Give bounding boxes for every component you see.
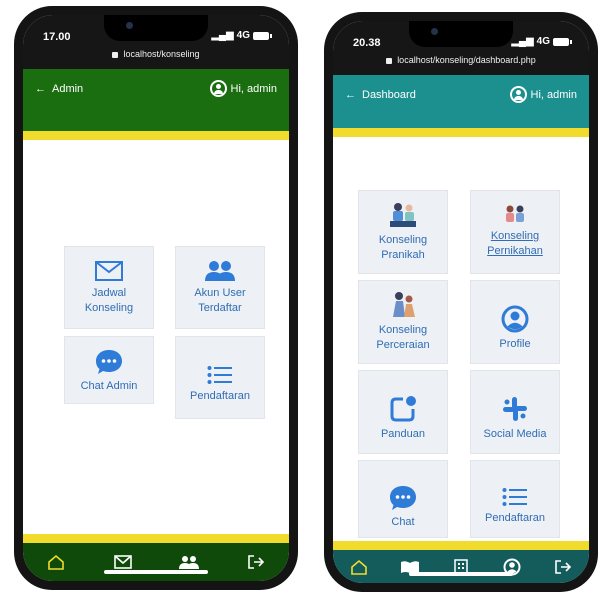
menu-card-label: Chat (391, 516, 415, 528)
status-time: 17.00 (43, 31, 71, 43)
menu-grid: Konseling Pranikah Konseling Pernikahan … (333, 137, 589, 541)
menu-card-label: Jadwal (91, 287, 127, 299)
accent-stripe-top (333, 128, 589, 137)
battery-icon (253, 31, 272, 40)
menu-card-profile[interactable]: Profile (470, 280, 560, 364)
menu-card-konseling-pranikah[interactable]: Konseling Pranikah (358, 190, 448, 274)
address-bar[interactable]: localhost/konseling/dashboard.php (333, 55, 589, 65)
arrow-left-icon: ← (345, 89, 356, 101)
menu-card-konseling-pernikahan[interactable]: Konseling Pernikahan (470, 190, 560, 274)
user-circle-icon (209, 80, 227, 97)
status-bar: 20.38 ▂▄▆ 4G localhost/konseling/dashboa… (333, 21, 589, 75)
users-icon (205, 261, 235, 281)
chat-bubble-icon (390, 486, 416, 510)
menu-card-label: Terdaftar (198, 302, 242, 314)
menu-card-social-media[interactable]: Social Media (470, 370, 560, 454)
logout-icon (555, 559, 572, 574)
menu-card-label: Chat Admin (80, 380, 138, 392)
accent-stripe-bottom (333, 541, 589, 550)
chat-bubble-icon (96, 350, 122, 374)
dashboard-phone: 20.38 ▂▄▆ 4G localhost/konseling/dashboa… (324, 12, 598, 592)
menu-card-label: Konseling (84, 302, 134, 314)
signal-indicator: ▂▄▆ 4G (211, 30, 272, 41)
status-bar: 17.00 ▂▄▆ 4G localhost/konseling (23, 15, 289, 69)
user-menu[interactable]: Hi, admin (209, 80, 277, 97)
menu-card-label: Pendaftaran (190, 390, 250, 402)
pranikah-illustration-icon (390, 203, 416, 227)
app-header: ← Admin Hi, admin (23, 69, 289, 131)
list-icon (207, 366, 232, 384)
address-bar[interactable]: localhost/konseling (23, 49, 289, 59)
menu-card-label: Social Media (483, 428, 547, 440)
menu-card-label: Perceraian (376, 339, 430, 351)
home-icon (350, 559, 367, 575)
signal-bars-icon: ▂▄▆ (511, 36, 534, 47)
back-button[interactable]: ← Dashboard (345, 89, 416, 101)
greeting-text: Hi, admin (530, 88, 577, 101)
accent-stripe-bottom (23, 534, 289, 543)
menu-card-chat[interactable]: Chat (358, 460, 448, 538)
menu-card-akun-user[interactable]: Akun User Terdaftar (175, 246, 265, 329)
menu-card-panduan[interactable]: Panduan (358, 370, 448, 454)
menu-card-label: Panduan (380, 428, 426, 440)
menu-grid: Jadwal Konseling Akun User Terdaftar Cha… (23, 140, 289, 534)
list-icon (502, 488, 527, 506)
bottom-nav (23, 543, 289, 581)
separation-illustration-icon (393, 292, 415, 317)
lock-icon (386, 57, 393, 64)
nav-home[interactable] (43, 549, 69, 575)
signal-bars-icon: ▂▄▆ (211, 30, 234, 41)
home-icon (48, 554, 65, 570)
network-type: 4G (236, 30, 250, 41)
user-menu[interactable]: Hi, admin (509, 86, 577, 103)
menu-card-label: Akun User (194, 287, 246, 299)
bottom-nav (333, 550, 589, 583)
envelope-icon (95, 261, 123, 281)
nav-logout[interactable] (550, 554, 576, 580)
nav-logout[interactable] (243, 549, 269, 575)
couple-illustration-icon (506, 205, 524, 222)
url-text: localhost/konseling (123, 49, 200, 59)
page-title: Admin (52, 83, 84, 95)
user-circle-icon (509, 86, 527, 103)
admin-phone: 17.00 ▂▄▆ 4G localhost/konseling ← Admin… (14, 6, 298, 590)
menu-card-jadwal-konseling[interactable]: Jadwal Konseling (64, 246, 154, 329)
admin-screen: 17.00 ▂▄▆ 4G localhost/konseling ← Admin… (23, 15, 289, 581)
menu-card-label: Konseling (378, 324, 428, 336)
arrow-left-icon: ← (35, 83, 46, 95)
menu-card-konseling-perceraian[interactable]: Konseling Perceraian (358, 280, 448, 364)
home-indicator (409, 572, 513, 576)
menu-card-label[interactable]: Konseling (471, 229, 559, 244)
profile-icon (501, 305, 529, 333)
users-icon (179, 556, 200, 569)
signal-indicator: ▂▄▆ 4G (511, 36, 572, 47)
greeting-text: Hi, admin (230, 82, 277, 95)
back-button[interactable]: ← Admin (35, 83, 83, 95)
lock-icon (112, 51, 119, 58)
slack-icon (503, 397, 527, 421)
home-indicator (104, 570, 208, 574)
menu-card-pendaftaran[interactable]: Pendaftaran (175, 336, 265, 419)
dashboard-screen: 20.38 ▂▄▆ 4G localhost/konseling/dashboa… (333, 21, 589, 583)
page-title: Dashboard (362, 89, 416, 101)
accent-stripe-top (23, 131, 289, 140)
envelope-icon (113, 555, 132, 569)
app-header: ← Dashboard Hi, admin (333, 75, 589, 128)
status-time: 20.38 (353, 37, 381, 49)
notification-square-icon (390, 396, 416, 422)
url-text: localhost/konseling/dashboard.php (397, 55, 536, 65)
logout-icon (247, 555, 264, 569)
menu-card-chat-admin[interactable]: Chat Admin (64, 336, 154, 404)
nav-home[interactable] (346, 554, 372, 580)
battery-icon (553, 37, 572, 46)
menu-card-label: Pranikah (381, 249, 425, 261)
menu-card-label: Pendaftaran (485, 512, 545, 524)
network-type: 4G (536, 36, 550, 47)
camera-notch (104, 15, 208, 41)
menu-card-label: Profile (499, 338, 531, 350)
menu-card-label: Konseling (378, 234, 428, 246)
menu-card-label[interactable]: Pernikahan (471, 244, 559, 259)
menu-card-pendaftaran[interactable]: Pendaftaran (470, 460, 560, 538)
camera-notch (409, 21, 513, 47)
